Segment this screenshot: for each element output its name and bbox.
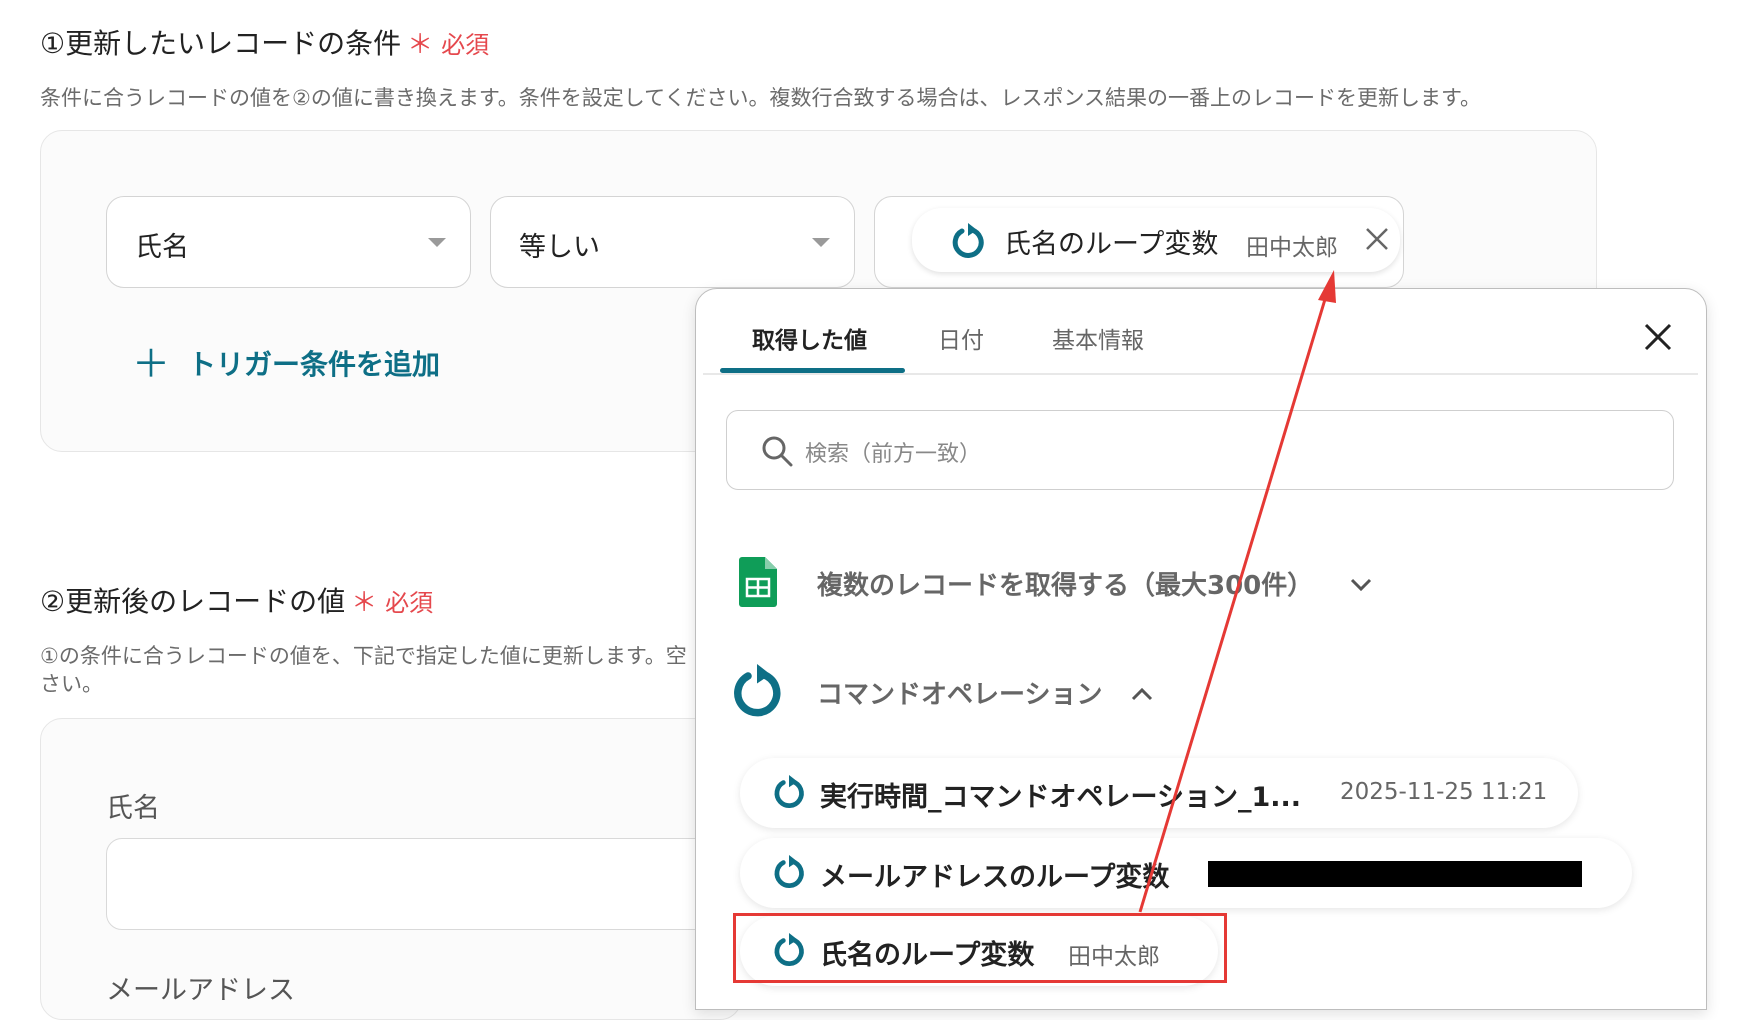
annotation-arrow: [1138, 270, 1336, 913]
